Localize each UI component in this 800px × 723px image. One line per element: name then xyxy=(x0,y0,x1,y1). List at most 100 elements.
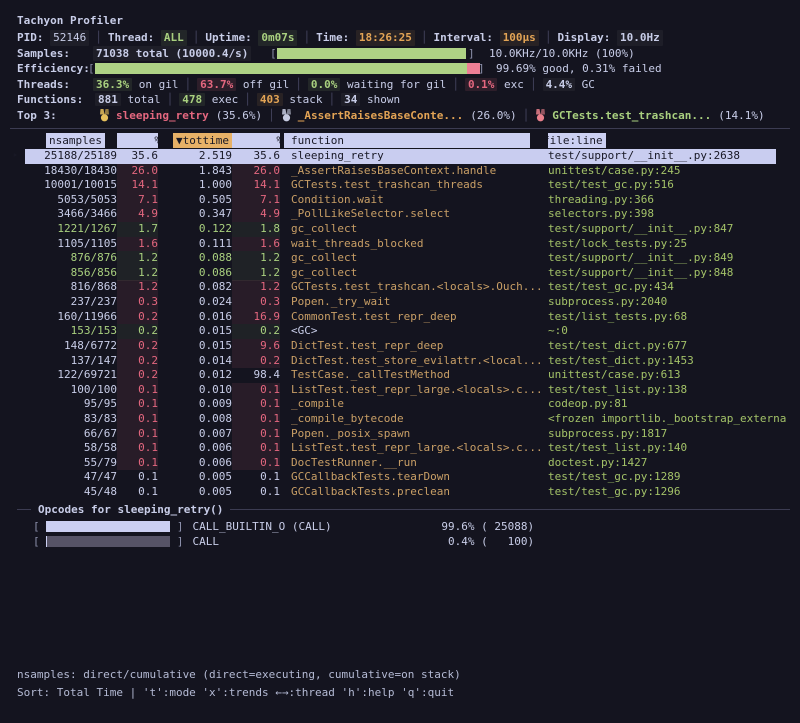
cell-pct2: 0.2 xyxy=(232,354,280,369)
top3-label: Top 3: xyxy=(17,108,83,124)
top3-item: GCTests.test_trashcan... (14.1%) xyxy=(535,108,764,124)
column-header-file[interactable]: file:line xyxy=(548,133,606,148)
table-row[interactable]: 10001/10015 14.1 1.000 14.1 GCTests.test… xyxy=(0,178,800,193)
cell-file-line: test/test_gc.py:434 xyxy=(548,280,800,295)
table-row[interactable]: 100/100 0.1 0.010 0.1 ListTest.test_repr… xyxy=(0,383,800,398)
cell-pct2: 0.1 xyxy=(232,412,280,427)
cell-file-line: <frozen importlib._bootstrap_externa xyxy=(548,412,800,427)
interval-label: Interval: xyxy=(433,30,493,46)
table-row[interactable]: 47/47 0.1 0.005 0.1 GCCallbackTests.tear… xyxy=(0,470,800,485)
cell-file-line: test/support/__init__.py:2638 xyxy=(548,149,800,164)
column-header-function[interactable]: function xyxy=(284,133,530,148)
table-row[interactable]: 153/153 0.2 0.015 0.2 <GC> ~:0 xyxy=(0,324,800,339)
cell-function: ListTest.test_repr_large.<locals>.c... xyxy=(280,441,548,456)
header-block: Tachyon Profiler PID: 52146 │ Thread: AL… xyxy=(17,13,792,123)
column-header-nsamples[interactable]: nsamples xyxy=(46,133,105,148)
cell-nsamples: 47/47 xyxy=(25,470,117,485)
cell-nsamples: 58/58 xyxy=(25,441,117,456)
cell-pct2: 9.6 xyxy=(232,339,280,354)
table-row[interactable]: ‣ 25188/25189 35.6 2.519 35.6 sleeping_r… xyxy=(0,149,800,164)
table-row[interactable]: 160/11966 0.2 0.016 16.9 CommonTest.test… xyxy=(0,310,800,325)
cell-pct1: 0.1 xyxy=(117,397,158,412)
table-row[interactable]: 45/48 0.1 0.005 0.1 GCCallbackTests.prec… xyxy=(0,485,800,500)
cell-file-line: test/test_list.py:140 xyxy=(548,441,800,456)
interval-value: 100μs xyxy=(500,30,539,46)
table-row[interactable]: 83/83 0.1 0.008 0.1 _compile_bytecode <f… xyxy=(0,412,800,427)
table-row[interactable]: 122/69721 0.2 0.012 98.4 TestCase._callT… xyxy=(0,368,800,383)
cell-nsamples: 45/48 xyxy=(25,485,117,500)
cell-pct1: 0.1 xyxy=(117,485,158,500)
stat-segment: 0.1% exc xyxy=(465,77,524,93)
efficiency-text: 99.69% good, 0.31% failed xyxy=(496,61,662,77)
cell-function: gc_collect xyxy=(280,222,548,237)
table-row[interactable]: 3466/3466 4.9 0.347 4.9 _PollLikeSelecto… xyxy=(0,207,800,222)
cell-function: Condition.wait xyxy=(280,193,548,208)
cell-function: DictTest.test_store_evilattr.<local... xyxy=(280,354,548,369)
cell-tottime: 0.012 xyxy=(158,368,232,383)
cell-tottime: 0.007 xyxy=(158,427,232,442)
medal-icon xyxy=(535,109,546,122)
cell-file-line: subprocess.py:2040 xyxy=(548,295,800,310)
uptime-label: Uptime: xyxy=(205,30,251,46)
cell-pct2: 0.3 xyxy=(232,295,280,310)
cell-nsamples: 153/153 xyxy=(25,324,117,339)
cell-file-line: selectors.py:398 xyxy=(548,207,800,222)
cell-nsamples: 100/100 xyxy=(25,383,117,398)
table-row[interactable]: 237/237 0.3 0.024 0.3 Popen._try_wait su… xyxy=(0,295,800,310)
cell-file-line: ~:0 xyxy=(548,324,800,339)
table-body: ‣ 25188/25189 35.6 2.519 35.6 sleeping_r… xyxy=(0,149,800,500)
cell-tottime: 1.000 xyxy=(158,178,232,193)
cell-pct1: 0.1 xyxy=(117,470,158,485)
table-row[interactable]: 18430/18430 26.0 1.843 26.0 _AssertRaise… xyxy=(0,164,800,179)
cell-function: DictTest.test_repr_deep xyxy=(280,339,548,354)
column-header-pct2[interactable]: % xyxy=(232,133,280,148)
cell-nsamples: 876/876 xyxy=(25,251,117,266)
cell-file-line: test/lock_tests.py:25 xyxy=(548,237,800,252)
cell-pct2: 35.6 xyxy=(232,149,280,164)
cell-file-line: test/test_dict.py:677 xyxy=(548,339,800,354)
column-header-pct1[interactable]: % xyxy=(117,133,158,148)
cell-pct2: 16.9 xyxy=(232,310,280,325)
table-header: nsamples % ▼tottime % function file:line xyxy=(0,132,800,149)
efficiency-bar xyxy=(95,63,480,74)
samples-rate: 10.0KHz/10.0KHz (100%) xyxy=(489,46,635,62)
cell-function: TestCase._callTestMethod xyxy=(280,368,548,383)
table-row[interactable]: 66/67 0.1 0.007 0.1 Popen._posix_spawn s… xyxy=(0,427,800,442)
column-header-tottime-sorted[interactable]: ▼tottime xyxy=(173,133,232,148)
table-row[interactable]: 856/856 1.2 0.086 1.2 gc_collect test/su… xyxy=(0,266,800,281)
table-row[interactable]: 148/6772 0.2 0.015 9.6 DictTest.test_rep… xyxy=(0,339,800,354)
opcode-percent: 99.6% xyxy=(423,519,475,534)
cell-pct1: 0.1 xyxy=(117,427,158,442)
cell-pct2: 0.2 xyxy=(232,324,280,339)
cell-pct1: 1.2 xyxy=(117,251,158,266)
table-row[interactable]: 1105/1105 1.6 0.111 1.6 wait_threads_blo… xyxy=(0,237,800,252)
cell-pct2: 1.2 xyxy=(232,251,280,266)
cell-tottime: 0.009 xyxy=(158,397,232,412)
pid-label: PID: xyxy=(17,30,44,46)
cell-pct2: 7.1 xyxy=(232,193,280,208)
table-row[interactable]: 55/79 0.1 0.006 0.1 DocTestRunner.__run … xyxy=(0,456,800,471)
cell-pct1: 35.6 xyxy=(117,149,158,164)
cell-pct1: 0.2 xyxy=(117,354,158,369)
top3-percent: (14.1%) xyxy=(718,108,764,124)
tachyon-profiler-screen: Tachyon Profiler PID: 52146 │ Thread: AL… xyxy=(0,0,800,723)
threads-line: Threads: 36.3% on gil│63.7% off gil│0.0%… xyxy=(17,77,792,93)
table-row[interactable]: 876/876 1.2 0.088 1.2 gc_collect test/su… xyxy=(0,251,800,266)
top3-line: Top 3: sleeping_retry (35.6%) │ _AssertR… xyxy=(17,108,792,124)
table-row[interactable]: 1221/1267 1.7 0.122 1.8 gc_collect test/… xyxy=(0,222,800,237)
cell-nsamples: 1221/1267 xyxy=(25,222,117,237)
cell-file-line: test/support/__init__.py:848 xyxy=(548,266,800,281)
cell-pct2: 0.1 xyxy=(232,427,280,442)
medal-icon xyxy=(281,109,292,122)
top3-item: sleeping_retry (35.6%) xyxy=(99,108,262,124)
table-row[interactable]: 5053/5053 7.1 0.505 7.1 Condition.wait t… xyxy=(0,193,800,208)
cell-tottime: 0.005 xyxy=(158,470,232,485)
thread-value[interactable]: ALL xyxy=(161,30,187,46)
cell-pct2: 1.6 xyxy=(232,237,280,252)
cell-pct1: 0.2 xyxy=(117,339,158,354)
table-row[interactable]: 137/147 0.2 0.014 0.2 DictTest.test_stor… xyxy=(0,354,800,369)
table-top-separator xyxy=(10,128,790,129)
table-row[interactable]: 58/58 0.1 0.006 0.1 ListTest.test_repr_l… xyxy=(0,441,800,456)
table-row[interactable]: 95/95 0.1 0.009 0.1 _compile codeop.py:8… xyxy=(0,397,800,412)
table-row[interactable]: 816/868 1.2 0.082 1.2 GCTests.test_trash… xyxy=(0,280,800,295)
